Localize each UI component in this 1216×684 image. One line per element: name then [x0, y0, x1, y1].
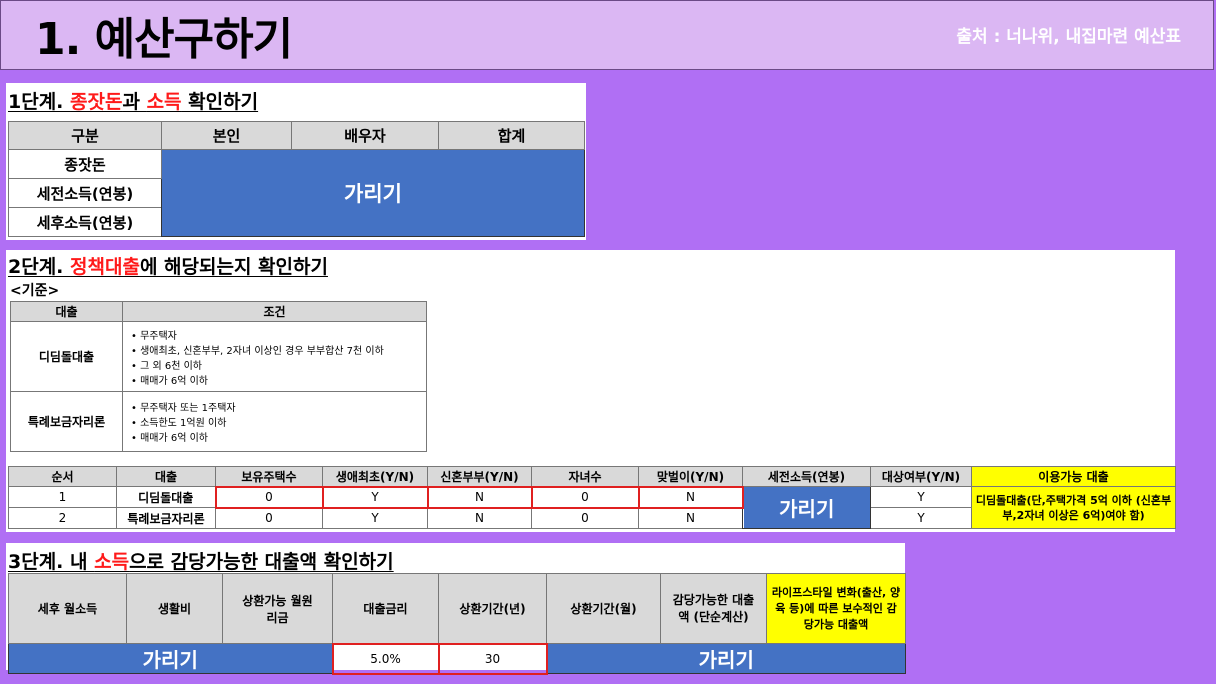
criteria-loan-special: 특례보금자리론 [10, 391, 123, 452]
criteria-table: 대출 조건 디딤돌대출 무주택자 생애최초, 신혼부부, 2자녀 이상인 경우 … [10, 301, 427, 452]
cell-newlywed[interactable]: N [426, 485, 533, 509]
col-term-years: 상환기간(년) [438, 573, 547, 644]
cell-order: 1 [8, 486, 117, 508]
col-conservative-loan: 라이프스타일 변화(출산, 양육 등)에 따른 보수적인 감당가능 대출액 [766, 573, 906, 644]
cell-target: Y [870, 486, 972, 508]
col-dual-income: 맞벌이(Y/N) [638, 466, 743, 487]
condition-item: 생애최초, 신혼부부, 2자녀 이상인 경우 부부합산 7천 이하 [131, 342, 426, 357]
cell-children: 0 [531, 507, 639, 529]
table-row: 1 디딤돌대출 0 Y N 0 N 가리기 Y 디딤돌대출(단,주택가격 5억 … [8, 485, 1176, 529]
col-pretax-income: 세전소득(연봉) [742, 466, 871, 487]
eligibility-table: 순서 대출 보유주택수 생애최초(Y/N) 신혼부부(Y/N) 자녀수 맞벌이(… [8, 466, 1176, 529]
step2-panel: 2단계. 정책대출에 해당되는지 확인하기 <기준> 대출 조건 디딤돌대출 무… [6, 250, 1176, 532]
step1-title: 1단계. 종잣돈과 소득 확인하기 [8, 91, 259, 113]
cell-newlywed: N [427, 507, 532, 529]
step2-title: 2단계. 정책대출에 해당되는지 확인하기 [8, 256, 328, 278]
row-seed-money: 종잣돈 [8, 149, 162, 179]
header-spouse: 배우자 [291, 121, 439, 150]
header-total: 합계 [438, 121, 585, 150]
cell-first-home: Y [322, 507, 428, 529]
criteria-header-loan: 대출 [10, 301, 123, 322]
col-monthly-income: 세후 월소득 [8, 573, 127, 644]
col-target: 대상여부(Y/N) [870, 466, 972, 487]
hidden-right: 가리기 [546, 643, 906, 674]
available-loan-result: 디딤돌대출(단,주택가격 5억 이하 (신혼부부,2자녀 이상은 6억)여야 함… [971, 486, 1176, 529]
criteria-label: <기준> [10, 283, 60, 299]
col-order: 순서 [8, 466, 117, 487]
condition-item: 무주택자 또는 1주택자 [131, 399, 426, 414]
cell-houses[interactable]: 0 [214, 485, 324, 509]
header-category: 구분 [8, 121, 162, 150]
col-monthly-payment: 상환가능 월원리금 [222, 573, 333, 644]
col-loan: 대출 [116, 466, 216, 487]
col-houses: 보유주택수 [215, 466, 323, 487]
col-available-loan: 이용가능 대출 [971, 466, 1176, 487]
cell-first-home[interactable]: Y [321, 485, 429, 509]
cell-interest-rate[interactable]: 5.0% [331, 642, 440, 675]
cell-dual-income[interactable]: N [637, 485, 744, 509]
col-newlywed: 신혼부부(Y/N) [427, 466, 532, 487]
condition-item: 소득한도 1억원 이하 [131, 414, 426, 429]
cell-order: 2 [8, 507, 117, 529]
condition-item: 무주택자 [131, 327, 426, 342]
criteria-conditions-special: 무주택자 또는 1주택자 소득한도 1억원 이하 매매가 6억 이하 [122, 391, 427, 452]
cell-loan: 특례보금자리론 [116, 507, 216, 529]
cell-loan: 디딤돌대출 [116, 486, 216, 508]
step3-table: 세후 월소득 생활비 상환가능 월원리금 대출금리 상환기간(년) 상환기간(월… [8, 573, 906, 675]
step3-panel: 3단계. 내 소득으로 감당가능한 대출액 확인하기 세후 월소득 생활비 상환… [6, 543, 906, 675]
hidden-block: 가리기 [161, 149, 585, 237]
source-text: 출처 : 너나위, 내집마련 예산표 [956, 27, 1181, 47]
criteria-loan-didimdol: 디딤돌대출 [10, 321, 123, 392]
slide-title: 1. 예산구하기 [35, 14, 293, 65]
condition-item: 그 외 6천 이하 [131, 357, 426, 372]
col-children: 자녀수 [531, 466, 639, 487]
hidden-left: 가리기 [8, 643, 333, 674]
criteria-header-condition: 조건 [122, 301, 427, 322]
col-term-months: 상환기간(월) [546, 573, 661, 644]
step1-table: 구분 본인 배우자 합계 종잣돈 가리기 세전소득(연봉) 세후소득(연봉) [8, 121, 585, 237]
col-interest-rate: 대출금리 [332, 573, 439, 644]
cell-children[interactable]: 0 [530, 485, 640, 509]
cell-dual-income: N [638, 507, 743, 529]
step1-panel: 1단계. 종잣돈과 소득 확인하기 구분 본인 배우자 합계 종잣돈 가리기 세… [6, 83, 586, 240]
hidden-income: 가리기 [742, 486, 871, 529]
cell-houses: 0 [215, 507, 323, 529]
cell-target: Y [870, 507, 972, 529]
row-aftertax-income: 세후소득(연봉) [8, 207, 162, 237]
condition-item: 매매가 6억 이하 [131, 372, 426, 387]
step3-title: 3단계. 내 소득으로 감당가능한 대출액 확인하기 [8, 551, 394, 573]
row-pretax-income: 세전소득(연봉) [8, 178, 162, 208]
header-self: 본인 [161, 121, 292, 150]
criteria-conditions-didimdol: 무주택자 생애최초, 신혼부부, 2자녀 이상인 경우 부부합산 7천 이하 그… [122, 321, 427, 392]
condition-item: 매매가 6억 이하 [131, 429, 426, 444]
cell-term-years[interactable]: 30 [437, 642, 548, 675]
col-affordable-loan: 감당가능한 대출액 (단순계산) [660, 573, 767, 644]
col-first-home: 생애최초(Y/N) [322, 466, 428, 487]
col-living-cost: 생활비 [126, 573, 223, 644]
slide-header: 1. 예산구하기 출처 : 너나위, 내집마련 예산표 [0, 0, 1214, 70]
